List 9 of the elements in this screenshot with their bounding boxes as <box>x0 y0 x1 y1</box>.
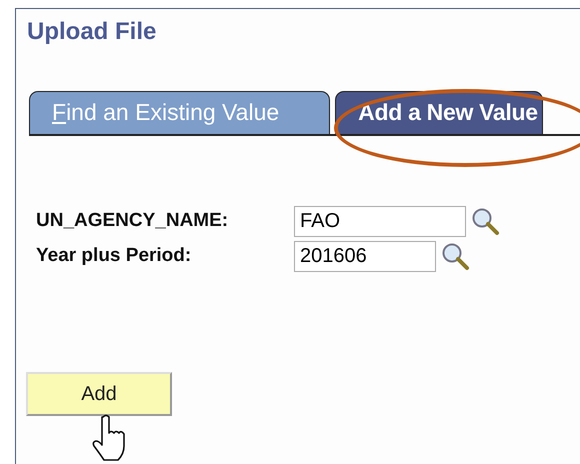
input-field[interactable]: FAO <box>294 206 466 237</box>
input-field[interactable]: 201606 <box>294 240 436 272</box>
search-icon[interactable] <box>470 206 500 236</box>
tab[interactable]: Add a New Value <box>335 91 543 134</box>
search-icon[interactable] <box>440 241 470 272</box>
field-label: UN_AGENCY_NAME: <box>36 210 228 231</box>
field-label: Year plus Period: <box>36 244 192 266</box>
add-button[interactable]: Add <box>26 372 172 416</box>
page-title: Upload File <box>27 18 156 47</box>
